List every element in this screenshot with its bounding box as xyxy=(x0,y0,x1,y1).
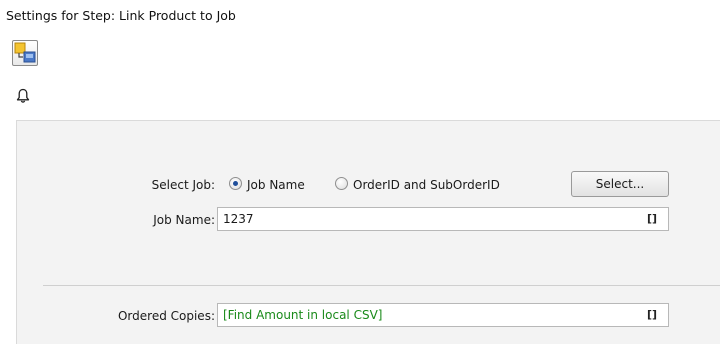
ordered-copies-label: Ordered Copies: xyxy=(117,309,215,323)
link-product-to-job-step-icon[interactable] xyxy=(12,40,38,66)
job-name-variable-button[interactable]: [] xyxy=(647,212,657,225)
job-name-radio-label[interactable]: Job Name xyxy=(247,178,305,192)
window-title: Settings for Step: Link Product to Job xyxy=(6,8,236,23)
section-divider xyxy=(43,285,720,286)
orderid-suborderid-radio-label[interactable]: OrderID and SubOrderID xyxy=(353,178,500,192)
job-name-radio[interactable] xyxy=(229,177,242,190)
step-icon-graphic xyxy=(14,42,36,63)
job-name-label: Job Name: xyxy=(153,213,215,227)
job-name-value: 1237 xyxy=(223,212,254,226)
select-job-label: Select Job: xyxy=(151,178,215,192)
job-name-field[interactable]: 1237 [] xyxy=(217,207,669,231)
ordered-copies-value: [Find Amount in local CSV] xyxy=(223,308,383,322)
orderid-suborderid-radio[interactable] xyxy=(335,177,348,190)
select-button[interactable]: Select... xyxy=(571,171,669,197)
bell-icon[interactable] xyxy=(16,88,30,104)
ordered-copies-variable-button[interactable]: [] xyxy=(647,308,657,321)
ordered-copies-field[interactable]: [Find Amount in local CSV] [] xyxy=(217,303,669,327)
